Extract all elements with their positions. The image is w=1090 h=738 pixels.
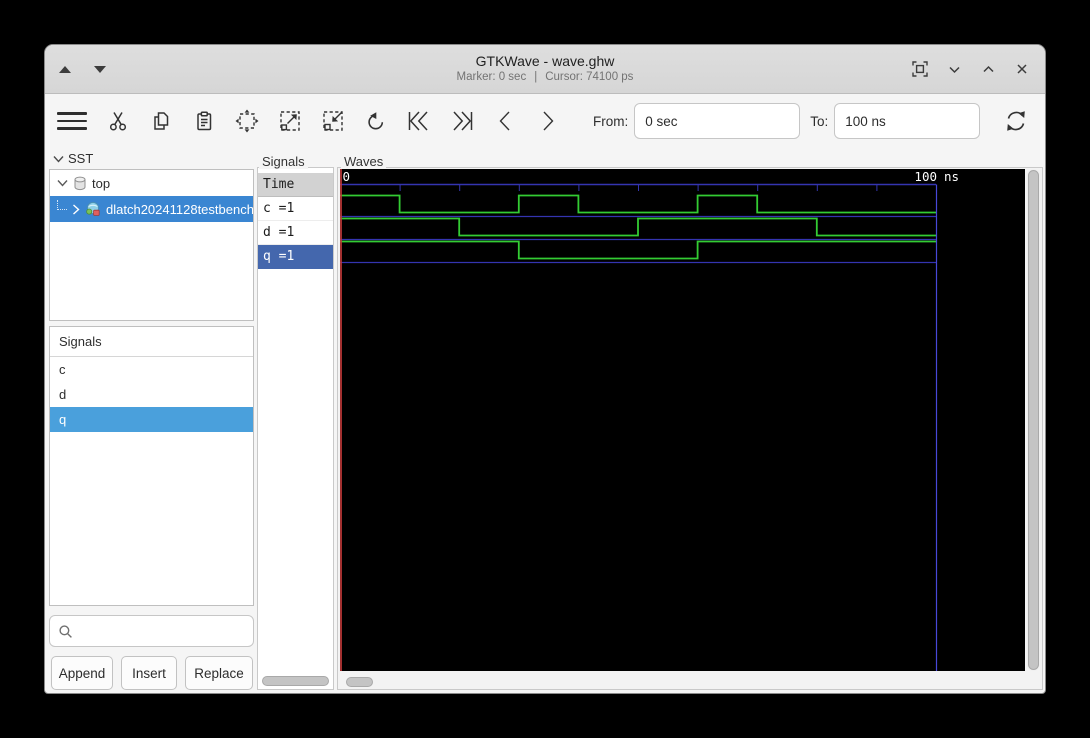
cut-icon[interactable] [106, 107, 130, 135]
signal-item-c[interactable]: c [50, 357, 253, 382]
scrollbar-thumb[interactable] [346, 677, 373, 687]
chevron-right-icon[interactable] [72, 203, 80, 215]
shade-down-icon[interactable] [94, 65, 106, 73]
zoom-fit-icon[interactable] [235, 107, 259, 135]
reload-icon[interactable] [1000, 107, 1032, 135]
insert-button[interactable]: Insert [121, 656, 177, 690]
search-input[interactable] [79, 622, 253, 640]
svg-text:0: 0 [343, 169, 351, 184]
shade-up-icon[interactable] [59, 65, 71, 73]
gtkwave-window: GTKWave - wave.ghw Marker: 0 sec | Curso… [44, 44, 1046, 694]
sst-tree: top dlatch20241128testbench [49, 169, 254, 321]
module-icon [74, 176, 86, 190]
waves-hscrollbar[interactable] [340, 676, 1025, 688]
svg-text:100: 100 [914, 169, 937, 184]
time-header-row[interactable]: Time [258, 173, 333, 197]
undo-icon[interactable] [364, 107, 388, 135]
append-button[interactable]: Append [51, 656, 113, 690]
tile-window-icon[interactable] [911, 60, 929, 78]
toolbar: From: To: [45, 93, 1045, 149]
signals-frame-label: Signals [259, 155, 308, 169]
wave-row-label-d[interactable]: d =1 [258, 221, 333, 245]
search-icon [59, 624, 72, 638]
titlebar: GTKWave - wave.ghw Marker: 0 sec | Curso… [45, 45, 1045, 94]
close-icon[interactable] [1013, 60, 1031, 78]
tree-item-label: dlatch20241128testbench [106, 201, 254, 217]
window-title: GTKWave - wave.ghw [475, 53, 615, 69]
tree-item-top[interactable]: top [50, 170, 253, 196]
status-separator: | [534, 71, 538, 83]
scrollbar-thumb[interactable] [262, 676, 329, 686]
signal-list-header: Signals [50, 327, 253, 357]
tree-item-dlatch[interactable]: dlatch20241128testbench [50, 196, 253, 222]
wave-row-label-q[interactable]: q =1 [258, 245, 333, 269]
paste-icon[interactable] [192, 107, 216, 135]
to-label: To: [810, 113, 829, 129]
copy-icon[interactable] [149, 107, 173, 135]
minimize-icon[interactable] [945, 60, 963, 78]
from-input[interactable] [634, 103, 801, 139]
replace-button[interactable]: Replace [185, 656, 253, 690]
from-label: From: [593, 113, 629, 129]
wave-canvas: 0 100 ns [340, 169, 959, 671]
to-input[interactable] [834, 103, 981, 139]
pane-splitter-left[interactable] [254, 149, 257, 693]
signals-column: Time c =1 d =1 q =1 [257, 167, 334, 690]
wave-row-label-c[interactable]: c =1 [258, 197, 333, 221]
waves-vscrollbar[interactable] [1027, 169, 1040, 671]
menu-icon[interactable] [57, 107, 87, 135]
chevron-down-icon[interactable] [57, 179, 68, 187]
svg-text:ns: ns [944, 169, 959, 184]
sst-header[interactable]: SST [53, 151, 93, 166]
entity-icon [86, 201, 100, 216]
waves-panel: 0 100 ns [337, 167, 1043, 690]
chevron-down-icon [53, 155, 64, 163]
signals-column-hscrollbar[interactable] [261, 675, 330, 687]
step-right-icon[interactable] [536, 107, 560, 135]
sst-header-label: SST [68, 151, 94, 166]
skip-to-end-icon[interactable] [450, 107, 474, 135]
maximize-icon[interactable] [979, 60, 997, 78]
zoom-in-icon[interactable] [278, 107, 302, 135]
pane-splitter-right[interactable] [334, 149, 337, 693]
cursor-status: Cursor: 74100 ps [545, 71, 634, 83]
wave-display[interactable]: 0 100 ns [340, 169, 1025, 671]
signal-search[interactable] [49, 615, 254, 647]
zoom-out-icon[interactable] [321, 107, 345, 135]
scrollbar-thumb[interactable] [1028, 170, 1039, 670]
step-left-icon[interactable] [493, 107, 517, 135]
skip-to-start-icon[interactable] [407, 107, 431, 135]
signal-item-d[interactable]: d [50, 382, 253, 407]
signal-list-panel: Signals c d q [49, 326, 254, 606]
signal-item-q[interactable]: q [50, 407, 253, 432]
tree-branch-line [57, 200, 67, 210]
waves-frame-label: Waves [341, 155, 387, 169]
screen: { "titlebar": { "title": "GTKWave - wave… [0, 0, 1090, 738]
marker-status: Marker: 0 sec [456, 71, 527, 83]
tree-item-label: top [92, 175, 111, 191]
